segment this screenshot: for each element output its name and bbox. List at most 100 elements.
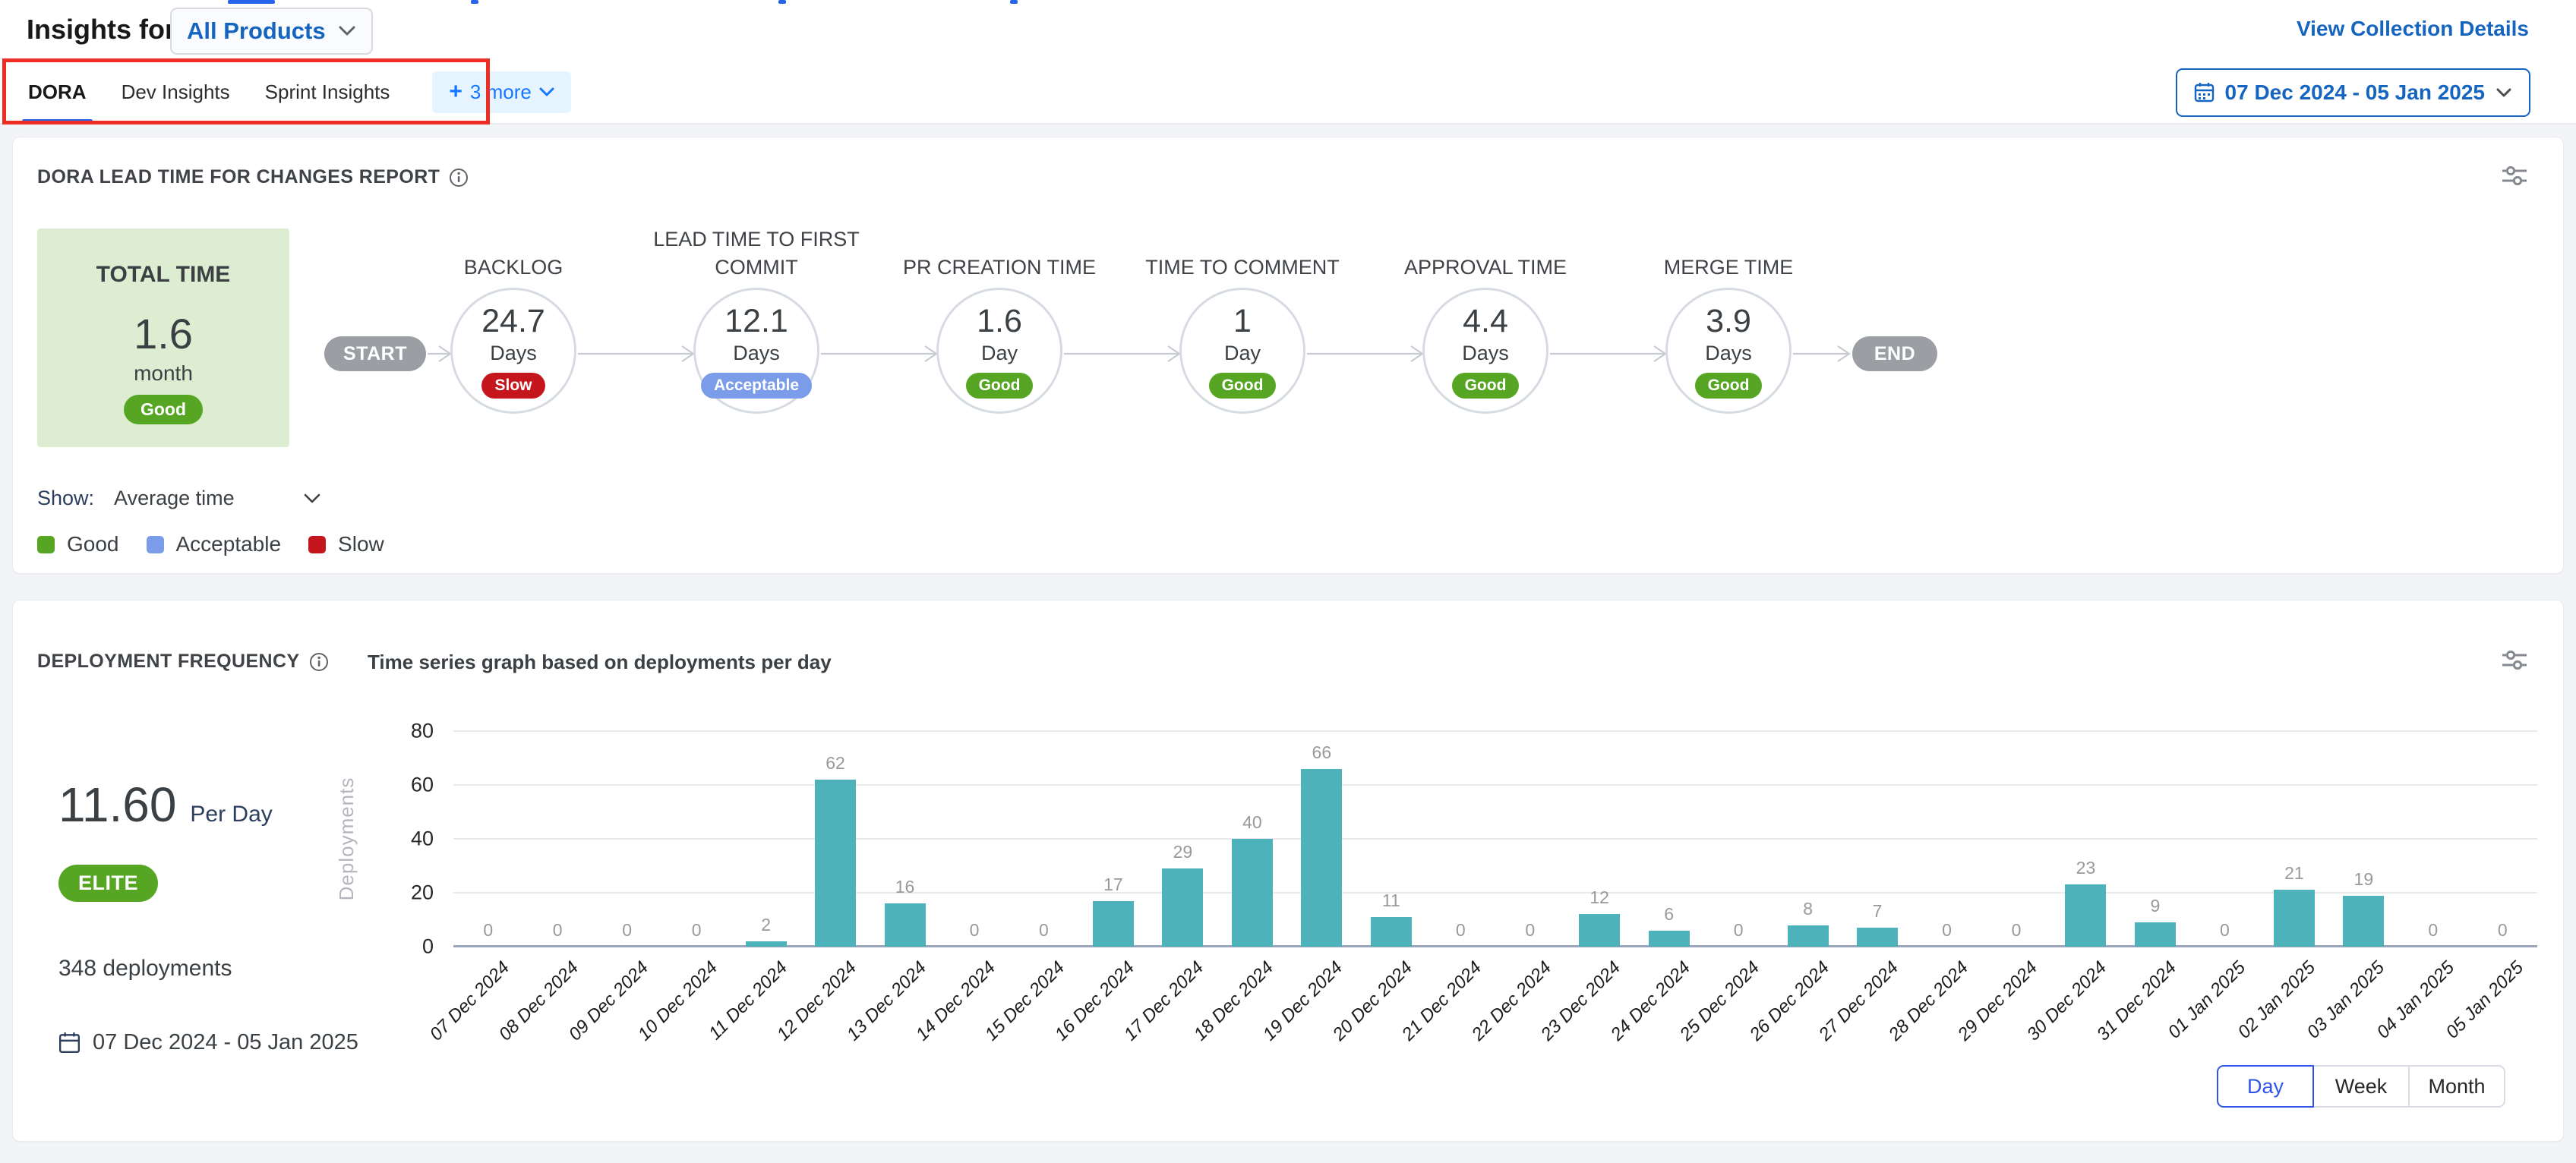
bar-value-label: 0 (483, 920, 493, 941)
bar-23-dec-2024[interactable] (1579, 914, 1620, 947)
bar-value-label: 0 (970, 920, 980, 941)
tab-bar: DORA Dev Insights Sprint Insights +3 more 0… (0, 61, 2576, 124)
y-tick-label: 60 (411, 774, 434, 797)
stage-value: 1 (1233, 303, 1252, 340)
y-tick-label: 0 (422, 935, 434, 959)
stage-pr-creation-time: PR CREATION TIME 1.6Day Good (878, 221, 1121, 414)
bar-19-dec-2024[interactable] (1301, 769, 1342, 947)
lead-time-card-title: DORA LEAD TIME FOR CHANGES REPORT (37, 166, 469, 188)
product-selector-value: All Products (187, 17, 326, 45)
tab-dev-insights[interactable]: Dev Insights (120, 61, 232, 123)
deployment-frequency-card: DEPLOYMENT FREQUENCY 11.60 Per Day ELITE… (12, 600, 2564, 1142)
chart-settings-icon[interactable] (2501, 163, 2528, 191)
bar-24-dec-2024[interactable] (1649, 931, 1690, 947)
gridline (453, 730, 2537, 732)
stage-unit: Days (1705, 342, 1752, 365)
bar-12-dec-2024[interactable] (815, 780, 856, 947)
bar-11-dec-2024[interactable] (746, 941, 787, 947)
view-collection-details-link[interactable]: View Collection Details (2297, 17, 2529, 41)
bar-value-label: 0 (1734, 920, 1744, 941)
calendar-icon (2194, 82, 2215, 103)
show-dropdown[interactable]: Average time (114, 487, 321, 510)
bar-20-dec-2024[interactable] (1371, 917, 1412, 947)
toggle-week[interactable]: Week (2312, 1065, 2410, 1108)
tab-dora[interactable]: DORA (27, 61, 88, 123)
toggle-day[interactable]: Day (2217, 1065, 2314, 1108)
stage-value: 24.7 (481, 303, 545, 340)
bar-value-label: 0 (2012, 920, 2022, 941)
lead-time-flow: TOTAL TIME 1.6 month Good START END BACK… (37, 221, 2539, 464)
chart-title: Time series graph based on deployments p… (368, 651, 832, 674)
bar-value-label: 11 (1382, 890, 1400, 911)
chart-settings-icon[interactable] (2501, 648, 2528, 676)
bar-17-dec-2024[interactable] (1162, 868, 1203, 947)
lead-time-card: DORA LEAD TIME FOR CHANGES REPORT TOTAL … (12, 137, 2564, 574)
more-tabs-label: 3 more (470, 80, 532, 104)
stage-lead-time-to-first-commit: LEAD TIME TO FIRST COMMIT12.1DaysAccepta… (635, 221, 878, 414)
stage-circle: 1DayGood (1179, 288, 1305, 414)
granularity-toggle: DayWeekMonth (2217, 1065, 2505, 1108)
stage-name: BACKLOG (392, 221, 635, 282)
total-time-label: TOTAL TIME (37, 262, 289, 288)
sliders-icon (2501, 648, 2528, 672)
info-icon[interactable] (449, 168, 469, 188)
stage-rating-badge: Good (1695, 373, 1763, 399)
deployment-rate-value: 11.60 (58, 777, 176, 833)
bar-31-dec-2024[interactable] (2135, 922, 2176, 947)
date-range-picker[interactable]: 07 Dec 2024 - 05 Jan 2025 (2176, 68, 2530, 117)
date-range-value: 07 Dec 2024 - 05 Jan 2025 (2225, 80, 2485, 105)
stage-value: 3.9 (1706, 303, 1751, 340)
bar-value-label: 7 (1873, 901, 1883, 922)
legend-label: Slow (338, 532, 384, 556)
more-tabs-dropdown[interactable]: +3 more (432, 71, 570, 113)
deployment-date-range: 07 Dec 2024 - 05 Jan 2025 (58, 1030, 358, 1055)
stage-name: PR CREATION TIME (878, 221, 1121, 282)
stage-circle: 12.1DaysAcceptable (693, 288, 819, 414)
bar-value-label: 19 (2354, 869, 2374, 890)
bar-26-dec-2024[interactable] (1788, 925, 1829, 947)
y-tick-label: 20 (411, 881, 434, 905)
stage-merge-time: MERGE TIME 3.9Days Good (1607, 221, 1850, 414)
show-selector-row: Show: Average time (37, 487, 321, 510)
bar-value-label: 0 (692, 920, 702, 941)
bar-13-dec-2024[interactable] (885, 903, 926, 947)
stage-value: 1.6 (977, 303, 1022, 340)
rating-legend: Good Acceptable Slow (37, 532, 384, 556)
bar-16-dec-2024[interactable] (1093, 901, 1134, 947)
stage-value: 4.4 (1463, 303, 1508, 340)
stage-backlog: BACKLOG24.7DaysSlow (392, 221, 635, 414)
tab-sprint-insights[interactable]: Sprint Insights (264, 61, 392, 123)
bar-value-label: 0 (2498, 920, 2508, 941)
stage-rating-badge: Slow (481, 373, 545, 399)
bar-value-label: 12 (1589, 887, 1609, 908)
flow-end-pill: END (1852, 336, 1937, 371)
bar-18-dec-2024[interactable] (1232, 839, 1273, 947)
toggle-month[interactable]: Month (2408, 1065, 2505, 1108)
bar-27-dec-2024[interactable] (1857, 928, 1898, 947)
bar-value-label: 0 (1942, 920, 1952, 941)
legend-item-acceptable: Acceptable (147, 532, 282, 556)
y-tick-label: 40 (411, 827, 434, 851)
product-selector-dropdown[interactable]: All Products (170, 8, 373, 55)
bar-02-jan-2025[interactable] (2274, 890, 2315, 947)
bar-value-label: 0 (1525, 920, 1535, 941)
stage-unit: Day (981, 342, 1018, 365)
bar-03-jan-2025[interactable] (2343, 896, 2384, 947)
top-band: Insights for All Products View Collectio… (0, 0, 2576, 124)
stage-name: MERGE TIME (1607, 221, 1850, 282)
stage-name: TIME TO COMMENT (1121, 221, 1364, 282)
bar-value-label: 17 (1103, 875, 1123, 895)
lead-time-card-title-text: DORA LEAD TIME FOR CHANGES REPORT (37, 166, 440, 188)
bar-value-label: 29 (1173, 842, 1193, 862)
legend-swatch (37, 536, 55, 553)
stage-rating-badge: Good (966, 373, 1034, 399)
bar-value-label: 0 (553, 920, 563, 941)
chevron-down-icon (539, 87, 554, 97)
bar-30-dec-2024[interactable] (2065, 884, 2106, 947)
info-icon[interactable] (309, 652, 329, 672)
page-header: Insights for All Products View Collectio… (0, 0, 2576, 61)
page-title: Insights for (27, 14, 175, 46)
bar-value-label: 0 (622, 920, 632, 941)
legend-label: Good (67, 532, 119, 556)
deployment-date-range-value: 07 Dec 2024 - 05 Jan 2025 (93, 1030, 358, 1055)
